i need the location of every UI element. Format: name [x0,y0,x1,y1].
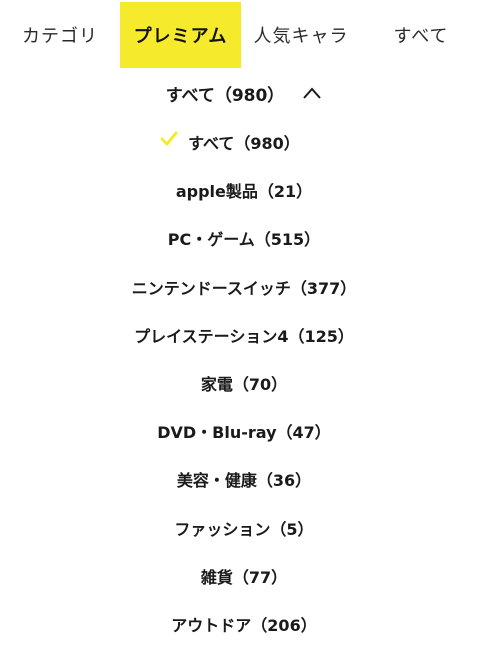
option-label: アウトドア（206） [171,615,317,635]
option-label: ニンテンドースイッチ（377） [131,278,357,298]
option-label: プレイステーション4（125） [134,326,354,346]
option-all[interactable]: すべて（980） [0,118,488,166]
option-goods[interactable]: 雑貨（77） [0,552,488,600]
tab-popular-characters[interactable]: 人気キャラ [241,2,361,68]
option-fashion[interactable]: ファッション（5） [0,504,488,552]
tab-all[interactable]: すべて [361,2,481,68]
option-apple[interactable]: apple製品（21） [0,166,488,214]
option-dvd-bluray[interactable]: DVD・Blu-ray（47） [0,407,488,455]
option-label: DVD・Blu-ray（47） [157,423,331,443]
option-label: ファッション（5） [174,519,314,539]
filter-option-list: すべて（980） apple製品（21） PC・ゲーム（515） ニンテンドース… [0,118,488,648]
option-label: apple製品（21） [175,182,313,202]
chevron-up-icon [303,87,322,99]
option-label: 家電（70） [200,375,288,395]
tab-premium[interactable]: プレミアム [120,2,241,68]
option-nintendo-switch[interactable]: ニンテンドースイッチ（377） [0,263,488,311]
filter-dropdown-toggle[interactable]: すべて（980） [0,76,488,110]
option-label: 美容・健康（36） [176,471,312,491]
option-label: PC・ゲーム（515） [167,230,321,250]
tab-category[interactable]: カテゴリ [0,2,120,68]
option-label: すべて（980） [188,134,300,154]
check-icon [160,131,178,146]
option-beauty-health[interactable]: 美容・健康（36） [0,455,488,503]
category-tab-bar: カテゴリ プレミアム 人気キャラ すべて [0,0,488,70]
option-appliances[interactable]: 家電（70） [0,359,488,407]
option-playstation4[interactable]: プレイステーション4（125） [0,311,488,359]
option-pc-game[interactable]: PC・ゲーム（515） [0,214,488,262]
option-label: 雑貨（77） [200,567,288,587]
dropdown-selected-label: すべて（980） [165,85,285,106]
option-outdoor[interactable]: アウトドア（206） [0,600,488,648]
